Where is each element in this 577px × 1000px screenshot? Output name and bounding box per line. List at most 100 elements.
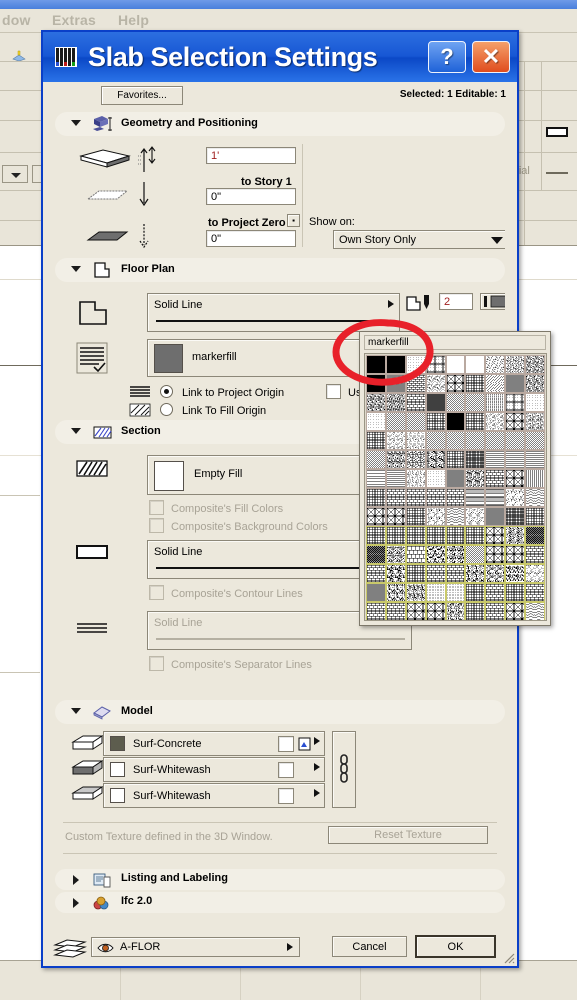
pen-input[interactable] [439,293,473,310]
palette-cell[interactable] [425,412,446,431]
palette-cell[interactable] [465,545,486,564]
project-zero-popup-button[interactable]: ▪ [287,214,300,227]
palette-cell[interactable] [405,526,426,545]
palette-cell[interactable] [366,545,386,564]
palette-cell[interactable] [385,469,406,488]
resize-grip[interactable] [501,950,515,964]
palette-cell[interactable] [425,583,446,602]
palette-cell[interactable] [366,507,386,526]
palette-cell[interactable] [425,469,446,488]
palette-cell[interactable] [525,431,545,450]
palette-cell[interactable] [485,602,506,620]
palette-cell[interactable] [445,355,466,374]
section-header-ifc[interactable]: Ifc 2.0 [55,892,505,913]
thickness-input[interactable] [206,147,296,164]
palette-cell[interactable] [445,545,466,564]
palette-cell[interactable] [385,545,406,564]
palette-cell[interactable] [505,583,526,602]
checkbox-use-fill-of-surface[interactable] [326,384,341,399]
palette-cell[interactable] [505,602,526,620]
palette-cell[interactable] [465,488,486,507]
palette-cell[interactable] [425,374,446,393]
palette-cell[interactable] [425,526,446,545]
palette-cell[interactable] [485,393,506,412]
checkbox-composite-background-colors[interactable] [149,518,164,533]
menu-extras[interactable]: Extras [52,12,96,28]
palette-cell[interactable] [385,507,406,526]
palette-cell[interactable] [485,526,506,545]
palette-cell[interactable] [385,355,406,374]
palette-cell[interactable] [405,564,426,583]
palette-cell[interactable] [385,583,406,602]
palette-cell[interactable] [485,545,506,564]
palette-cell[interactable] [445,526,466,545]
palette-cell[interactable] [505,526,526,545]
help-button[interactable]: ? [428,41,466,73]
surface-checkbox[interactable] [278,788,294,804]
palette-cell[interactable] [525,374,545,393]
palette-cell[interactable] [505,564,526,583]
palette-cell[interactable] [465,431,486,450]
checkbox-composite-separator-lines[interactable] [149,656,164,671]
palette-cell[interactable] [445,450,466,469]
palette-cell[interactable] [425,355,446,374]
palette-cell[interactable] [465,469,486,488]
surface-checkbox[interactable] [278,762,294,778]
palette-cell[interactable] [465,355,486,374]
palette-cell[interactable] [385,450,406,469]
palette-cell[interactable] [405,450,426,469]
palette-cell[interactable] [425,431,446,450]
menu-window[interactable]: dow [2,12,31,28]
palette-cell[interactable] [525,469,545,488]
line-tool-icon[interactable] [546,172,568,174]
palette-cell[interactable] [405,602,426,620]
palette-cell[interactable] [525,488,545,507]
palette-cell[interactable] [525,507,545,526]
palette-cell[interactable] [485,564,506,583]
palette-cell[interactable] [366,450,386,469]
palette-cell[interactable] [525,583,545,602]
palette-cell[interactable] [445,412,466,431]
palette-cell[interactable] [366,355,386,374]
palette-cell[interactable] [445,431,466,450]
ok-button[interactable]: OK [415,935,496,958]
palette-cell[interactable] [405,488,426,507]
palette-cell[interactable] [465,602,486,620]
texture-icon[interactable] [298,737,311,751]
palette-cell[interactable] [385,412,406,431]
palette-cell[interactable] [505,507,526,526]
palette-cell[interactable] [505,393,526,412]
palette-cell[interactable] [525,545,545,564]
palette-cell[interactable] [445,507,466,526]
section-header-geometry[interactable]: Geometry and Positioning [55,112,505,136]
palette-cell[interactable] [505,374,526,393]
palette-cell[interactable] [405,507,426,526]
rect-tool-icon[interactable] [546,127,568,137]
palette-cell[interactable] [445,393,466,412]
palette-cell[interactable] [366,469,386,488]
palette-cell[interactable] [366,412,386,431]
surface-row-bottom[interactable]: Surf-Whitewash [103,783,325,808]
close-button[interactable]: ✕ [472,41,510,73]
palette-cell[interactable] [385,488,406,507]
palette-cell[interactable] [465,450,486,469]
palette-cell[interactable] [405,545,426,564]
palette-cell[interactable] [366,431,386,450]
checkbox-composite-fill-colors[interactable] [149,500,164,515]
palette-cell[interactable] [445,488,466,507]
checkbox-composite-contour-lines[interactable] [149,585,164,600]
palette-cell[interactable] [525,602,545,620]
palette-cell[interactable] [366,526,386,545]
section-header-listing[interactable]: Listing and Labeling [55,869,505,890]
cancel-button[interactable]: Cancel [332,936,407,957]
palette-cell[interactable] [405,469,426,488]
palette-cell[interactable] [485,431,506,450]
palette-cell[interactable] [485,355,506,374]
show-on-dropdown[interactable]: Own Story Only [333,230,505,249]
palette-cell[interactable] [505,450,526,469]
palette-cell[interactable] [445,564,466,583]
host-dropdown[interactable] [2,165,28,183]
palette-cell[interactable] [505,412,526,431]
surface-row-side[interactable]: Surf-Whitewash [103,757,325,782]
palette-cell[interactable] [366,602,386,620]
